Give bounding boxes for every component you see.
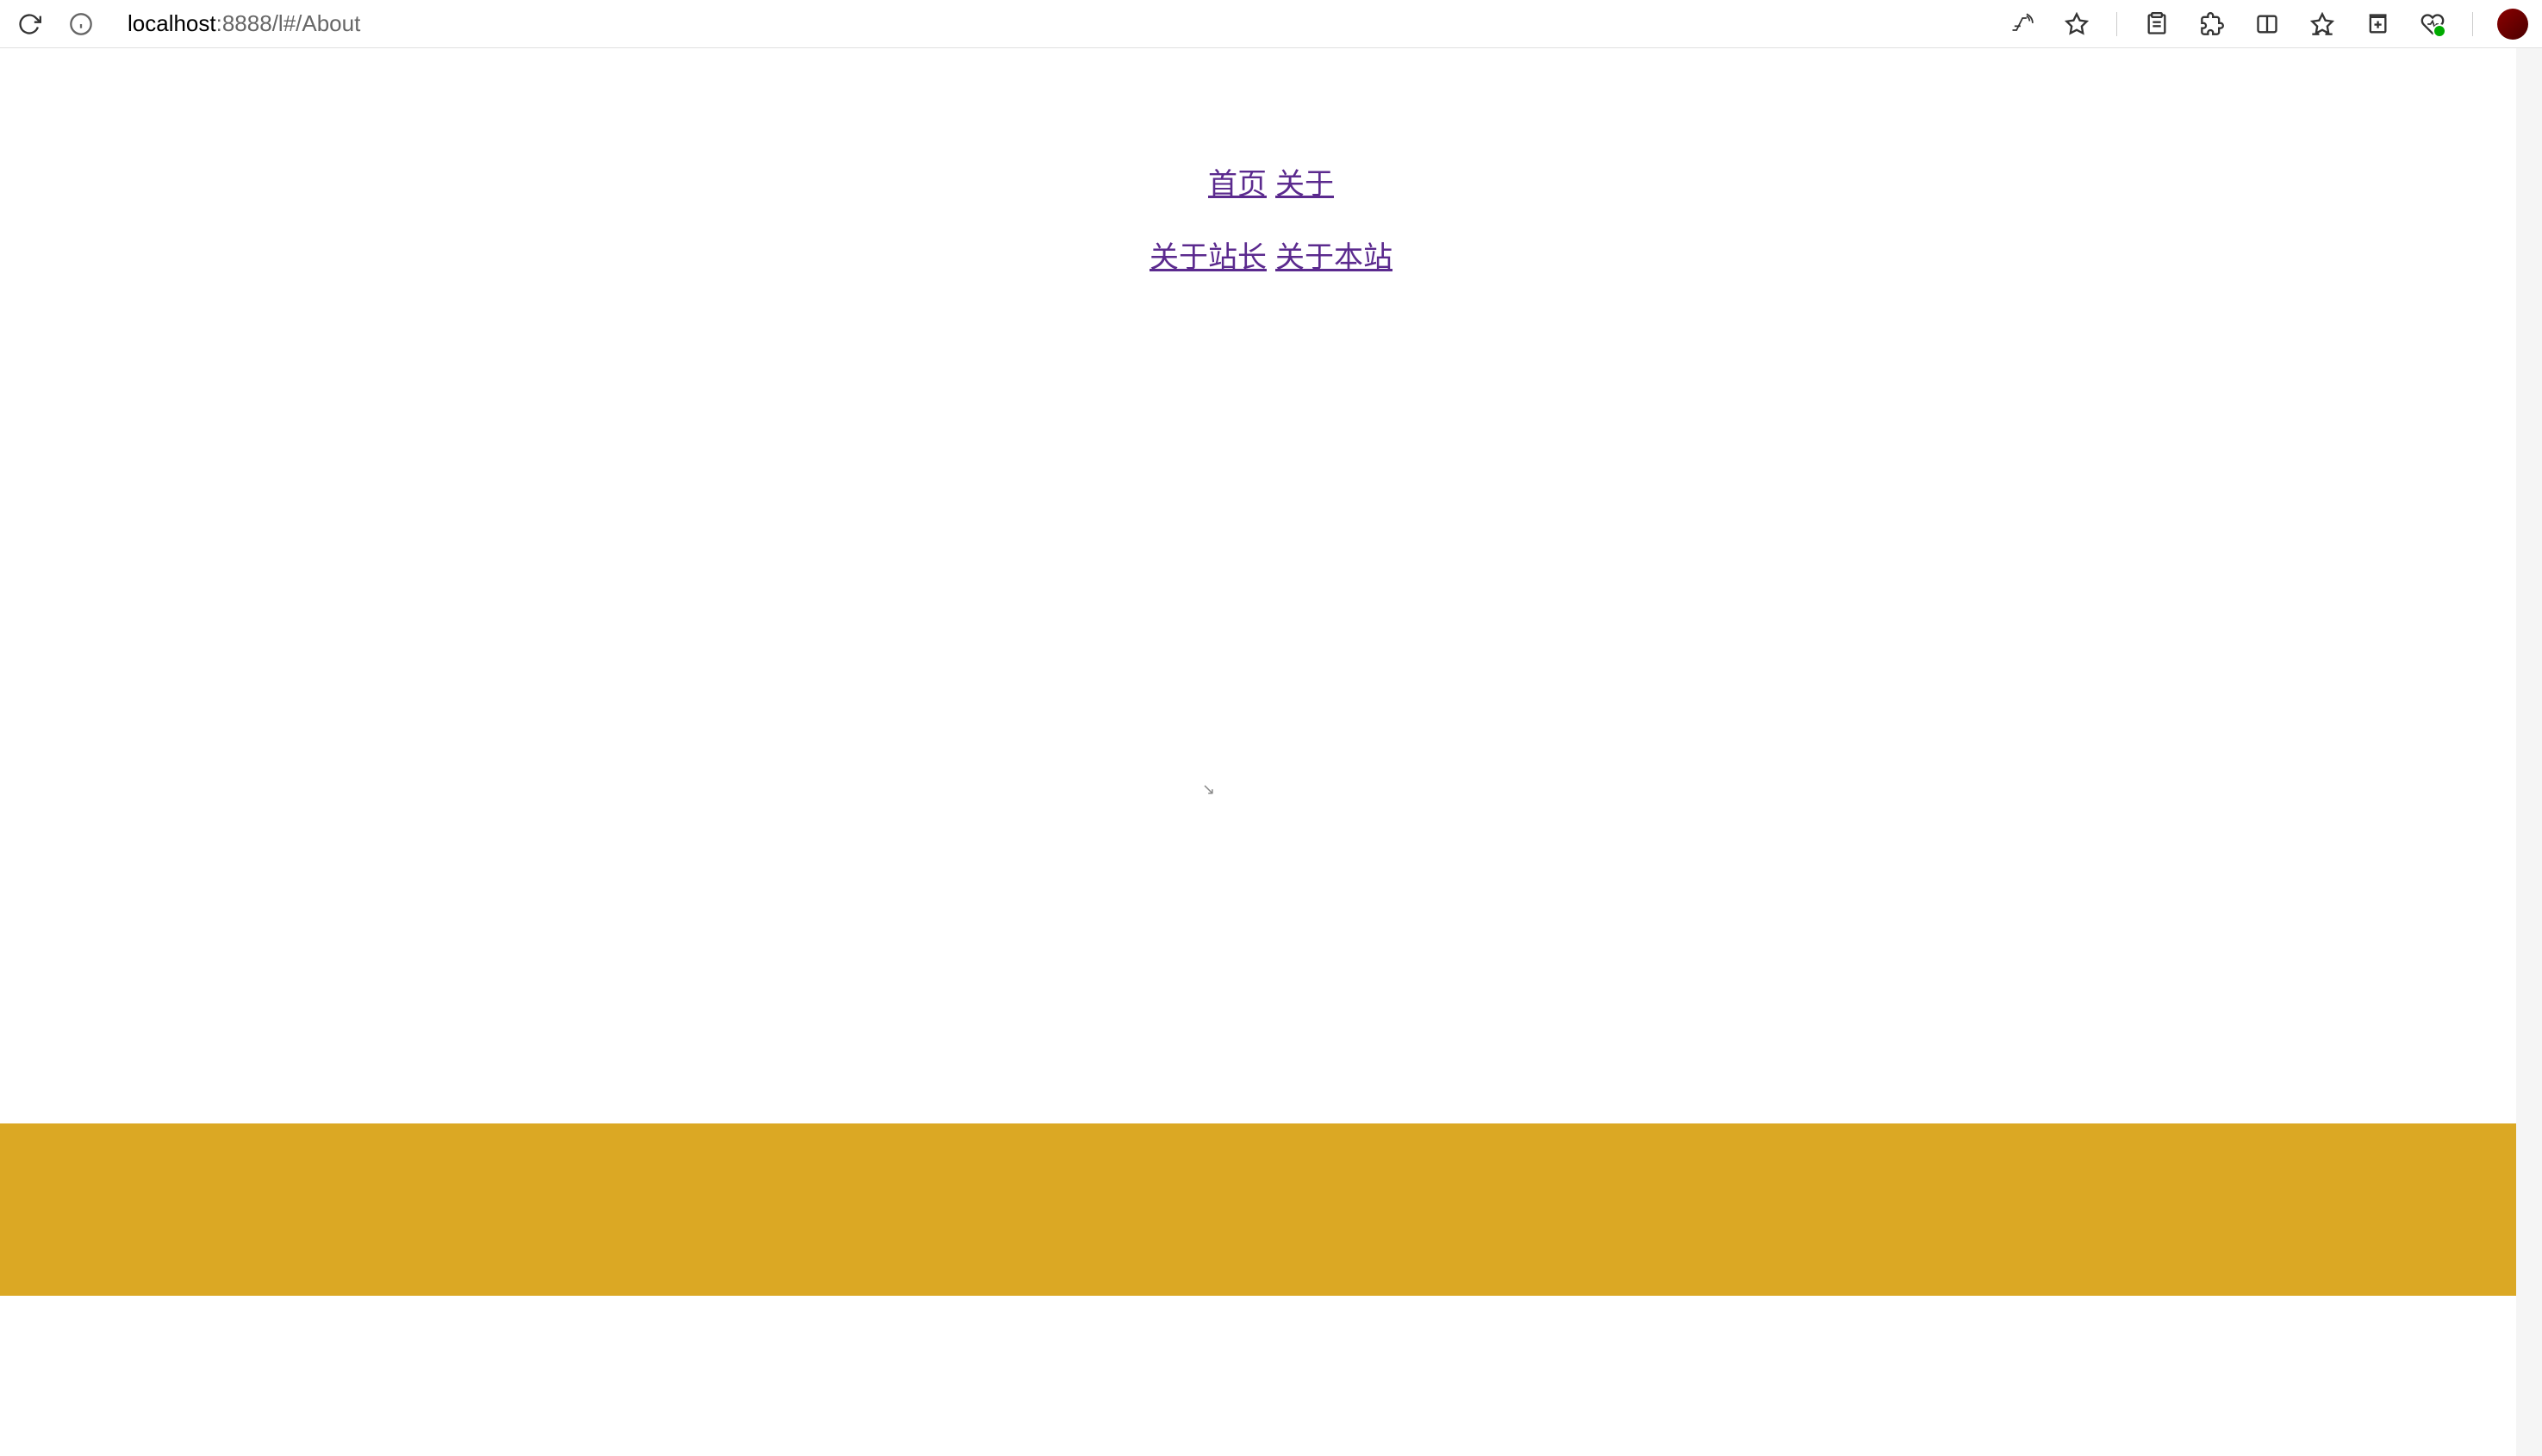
split-screen-icon[interactable]: [2252, 9, 2283, 40]
performance-icon[interactable]: [2417, 9, 2448, 40]
page-content: 首页 关于 关于站长 关于本站 ↘: [0, 48, 2542, 1456]
nav-link-about-owner[interactable]: 关于站长: [1150, 233, 1267, 276]
browser-toolbar: localhost:8888/l#/About: [0, 0, 2542, 48]
url-host: localhost: [128, 10, 216, 36]
favorites-icon[interactable]: [2307, 9, 2338, 40]
extensions-icon[interactable]: [2196, 9, 2227, 40]
nav-row-2: 关于站长 关于本站: [0, 233, 2542, 276]
nav-row-1: 首页 关于: [0, 160, 2542, 202]
toolbar-divider: [2116, 12, 2117, 36]
nav-link-about[interactable]: 关于: [1275, 160, 1334, 202]
scrollbar-track[interactable]: [2516, 48, 2542, 1456]
collections-icon[interactable]: [2362, 9, 2393, 40]
toolbar-divider-2: [2472, 12, 2473, 36]
nav-link-home[interactable]: 首页: [1208, 160, 1267, 202]
toolbar-right: [2006, 9, 2528, 40]
nav-link-about-site[interactable]: 关于本站: [1275, 233, 1392, 276]
url-path: :8888/l#/About: [216, 10, 361, 36]
cursor-mark: ↘: [1202, 781, 1215, 799]
url-bar[interactable]: localhost:8888/l#/About: [128, 10, 360, 37]
star-favorite-icon[interactable]: [2061, 9, 2092, 40]
reading-list-icon[interactable]: [2141, 9, 2172, 40]
refresh-icon[interactable]: [14, 9, 45, 40]
gold-footer-bar: [0, 1123, 2516, 1296]
nav-area: 首页 关于 关于站长 关于本站: [0, 48, 2542, 307]
site-info-icon[interactable]: [65, 9, 97, 40]
read-aloud-icon[interactable]: [2006, 9, 2037, 40]
profile-avatar[interactable]: [2497, 9, 2528, 40]
toolbar-left: localhost:8888/l#/About: [14, 9, 360, 40]
